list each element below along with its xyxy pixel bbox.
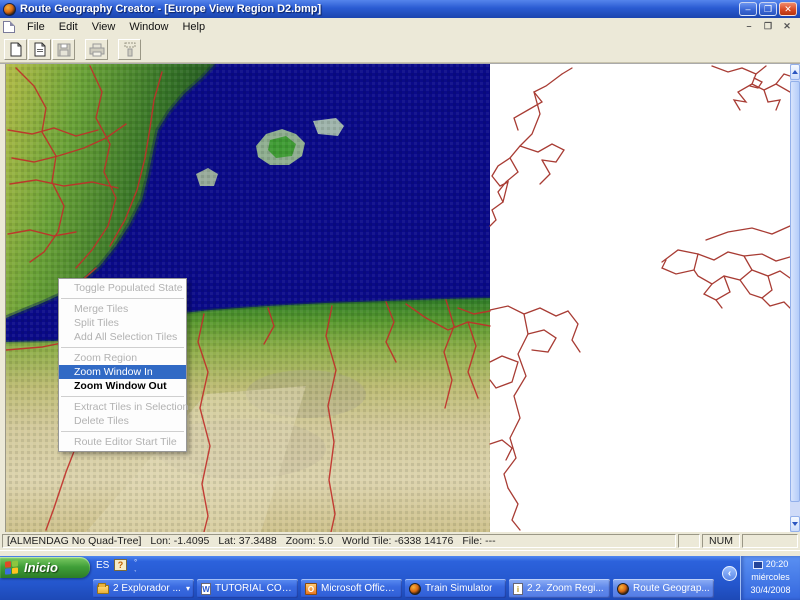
taskbar-button-train-simulator[interactable]: Train Simulator <box>405 579 506 598</box>
system-tray: 20:20 miércoles 30/4/2008 <box>740 556 800 600</box>
folder-icon <box>97 585 109 594</box>
chevron-down-icon <box>792 522 798 526</box>
save-button[interactable] <box>52 39 75 60</box>
start-button-label: Inicio <box>24 560 58 575</box>
status-file: File: --- <box>462 535 495 547</box>
toolbar <box>0 36 800 63</box>
display-icon[interactable] <box>753 561 763 569</box>
status-main-panel: [ALMENDAG No Quad-Tree] Lon: -1.4095 Lat… <box>2 534 676 548</box>
status-empty-panel <box>678 534 700 548</box>
keyboard-help-icon[interactable]: ? <box>114 559 127 571</box>
menu-item-delete-tiles[interactable]: Delete Tiles <box>59 414 186 428</box>
menu-bar: File Edit View Window Help – ❐ ✕ <box>0 18 800 36</box>
menu-item-route-editor-start-tile[interactable]: Route Editor Start Tile <box>59 435 186 449</box>
status-empty-panel <box>742 534 798 548</box>
status-zoom: Zoom: 5.0 <box>286 535 333 547</box>
group-expand-icon[interactable]: ▾ <box>186 584 190 593</box>
menu-edit[interactable]: Edit <box>52 19 85 35</box>
tray-chevron-icon[interactable]: ‹ <box>722 566 737 581</box>
outlook-icon: O <box>305 583 317 595</box>
child-close-button[interactable]: ✕ <box>780 20 794 33</box>
save-icon <box>57 43 71 57</box>
menu-separator <box>61 298 184 299</box>
scrollbar-thumb[interactable] <box>790 81 800 502</box>
chevron-up-icon <box>792 70 798 74</box>
app-logo-icon <box>3 3 16 16</box>
language-indicator[interactable]: ES <box>96 560 109 571</box>
menu-item-toggle-populated-state[interactable]: Toggle Populated State <box>59 281 186 295</box>
child-minimize-button[interactable]: – <box>742 20 756 33</box>
language-options-icon[interactable]: °˯ <box>134 560 141 570</box>
close-button[interactable]: ✕ <box>779 2 797 16</box>
menu-separator <box>61 396 184 397</box>
taskbar-button-explorer-group[interactable]: 2 Explorador ... ▾ <box>93 579 194 598</box>
document-icon: i <box>513 583 523 595</box>
taskbar-button-tutorial[interactable]: W TUTORIAL CON... <box>197 579 298 598</box>
open-document-button[interactable] <box>28 39 51 60</box>
status-route-tag: [ALMENDAG No Quad-Tree] <box>7 535 141 547</box>
window-title: Route Geography Creator - [Europe View R… <box>20 3 321 15</box>
menu-separator <box>61 347 184 348</box>
windows-logo-icon <box>5 560 19 575</box>
menu-item-zoom-window-in[interactable]: Zoom Window In <box>59 365 186 379</box>
minimize-button[interactable]: – <box>739 2 757 16</box>
menu-separator <box>61 431 184 432</box>
taskbar-button-route-geography[interactable]: Route Geograp... <box>613 579 714 598</box>
title-bar: Route Geography Creator - [Europe View R… <box>0 0 800 18</box>
menu-item-merge-tiles[interactable]: Merge Tiles <box>59 302 186 316</box>
route-geography-icon <box>617 583 629 595</box>
menu-file[interactable]: File <box>20 19 52 35</box>
about-icon <box>124 42 136 57</box>
train-simulator-icon <box>409 583 421 595</box>
clock-time: 20:20 <box>766 558 789 571</box>
menu-item-zoom-region[interactable]: Zoom Region <box>59 351 186 365</box>
vertical-scrollbar[interactable] <box>790 64 800 532</box>
about-button[interactable] <box>118 39 141 60</box>
status-bar: [ALMENDAG No Quad-Tree] Lon: -1.4095 Lat… <box>0 532 800 550</box>
menu-item-extract-tiles-in-selection[interactable]: Extract Tiles in Selection <box>59 400 186 414</box>
scrollbar-down-button[interactable] <box>790 516 800 532</box>
open-document-icon <box>33 42 47 57</box>
status-latitude: Lat: 37.3488 <box>218 535 276 547</box>
scrollbar-up-button[interactable] <box>790 64 800 80</box>
clock-weekday: miércoles <box>741 571 800 584</box>
restore-button[interactable]: ❐ <box>759 2 777 16</box>
taskbar: Inicio ES ? °˯ 2 Explorador ... ▾ W TUTO… <box>0 556 800 600</box>
start-button[interactable]: Inicio <box>0 557 90 578</box>
menu-help[interactable]: Help <box>175 19 212 35</box>
context-menu: Toggle Populated State Merge Tiles Split… <box>58 278 187 452</box>
status-world-tile: World Tile: -6338 14176 <box>342 535 453 547</box>
menu-window[interactable]: Window <box>122 19 175 35</box>
child-restore-button[interactable]: ❐ <box>761 20 775 33</box>
clock-date: 30/4/2008 <box>741 584 800 597</box>
unloaded-region <box>490 64 790 532</box>
menu-item-zoom-window-out[interactable]: Zoom Window Out <box>59 379 186 393</box>
print-icon <box>89 43 105 57</box>
word-document-icon: W <box>201 583 211 595</box>
new-document-button[interactable] <box>4 39 27 60</box>
taskbar-button-zoom-region-doc[interactable]: i 2.2. Zoom Regi... <box>509 579 610 598</box>
new-document-icon <box>9 42 23 57</box>
taskbar-button-row: 2 Explorador ... ▾ W TUTORIAL CON... O M… <box>93 579 714 598</box>
menu-item-split-tiles[interactable]: Split Tiles <box>59 316 186 330</box>
taskbar-button-office[interactable]: O Microsoft Office... <box>301 579 402 598</box>
document-icon[interactable] <box>3 21 15 33</box>
status-longitude: Lon: -1.4095 <box>150 535 209 547</box>
num-lock-indicator: NUM <box>702 534 740 548</box>
print-button[interactable] <box>85 39 108 60</box>
menu-view[interactable]: View <box>85 19 123 35</box>
menu-item-add-all-selection-tiles[interactable]: Add All Selection Tiles <box>59 330 186 344</box>
